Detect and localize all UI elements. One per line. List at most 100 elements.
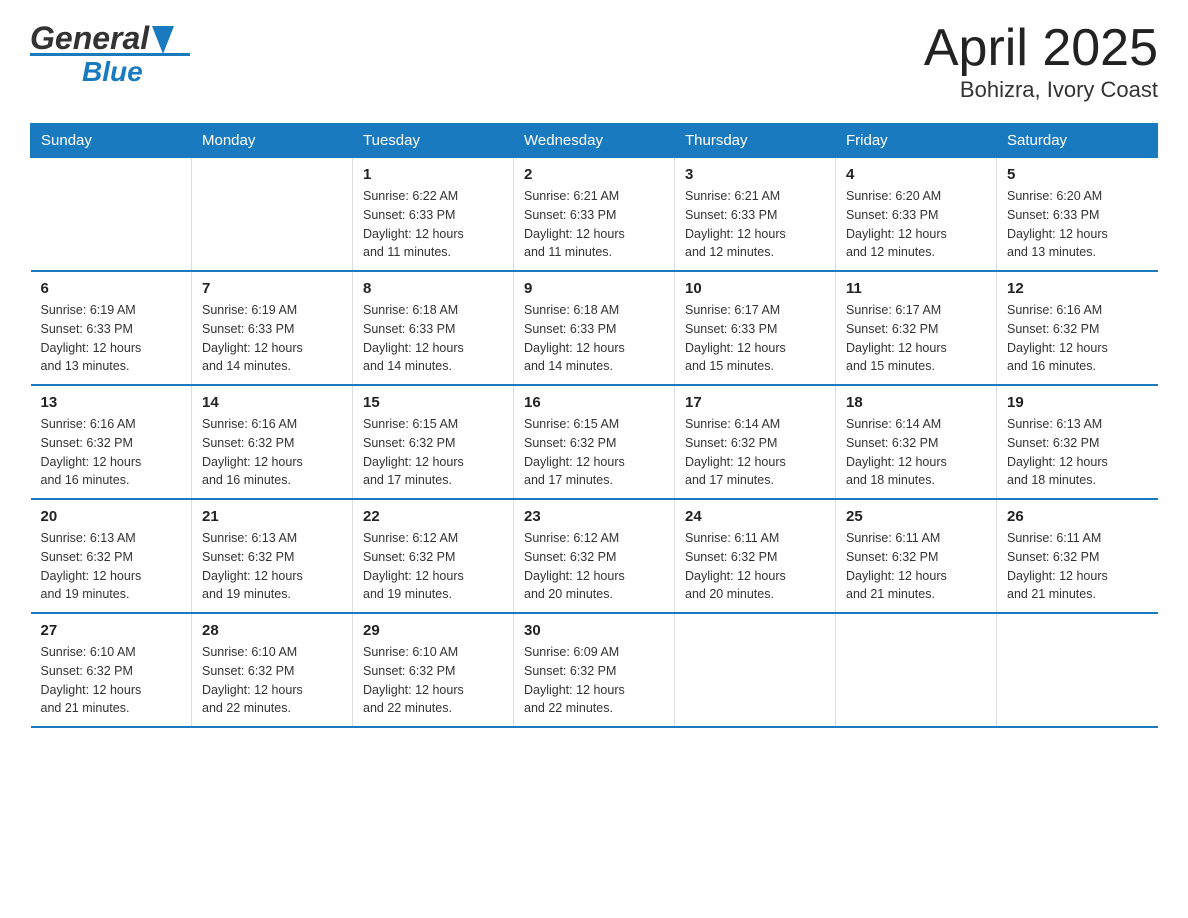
day-info: Sunrise: 6:09 AMSunset: 6:32 PMDaylight:…	[524, 643, 664, 718]
calendar-cell: 6 Sunrise: 6:19 AMSunset: 6:33 PMDaylight…	[31, 271, 192, 385]
day-number: 13	[41, 394, 182, 411]
day-number: 28	[202, 622, 342, 639]
calendar-week-2: 6 Sunrise: 6:19 AMSunset: 6:33 PMDaylight…	[31, 271, 1158, 385]
calendar-cell: 19 Sunrise: 6:13 AMSunset: 6:32 PMDayligh…	[997, 385, 1158, 499]
header-friday: Friday	[836, 124, 997, 158]
calendar-cell: 11 Sunrise: 6:17 AMSunset: 6:32 PMDayligh…	[836, 271, 997, 385]
calendar-cell: 16Sunrise: 6:15 AMSunset: 6:32 PMDayligh…	[514, 385, 675, 499]
day-number: 14	[202, 394, 342, 411]
calendar-title: April 2025	[924, 20, 1158, 77]
logo-blue: Blue	[82, 56, 143, 87]
day-info: Sunrise: 6:21 AMSunset: 6:33 PMDaylight:…	[524, 187, 664, 262]
calendar-cell: 1 Sunrise: 6:22 AMSunset: 6:33 PMDaylight…	[353, 158, 514, 272]
day-number: 29	[363, 622, 503, 639]
day-info: Sunrise: 6:10 AMSunset: 6:32 PMDaylight:…	[41, 643, 182, 718]
calendar-table: Sunday Monday Tuesday Wednesday Thursday…	[30, 123, 1158, 728]
day-info: Sunrise: 6:20 AMSunset: 6:33 PMDaylight:…	[846, 187, 986, 262]
day-number: 23	[524, 508, 664, 525]
day-number: 1	[363, 166, 503, 183]
calendar-cell: 29 Sunrise: 6:10 AMSunset: 6:32 PMDayligh…	[353, 613, 514, 727]
calendar-cell: 7Sunrise: 6:19 AMSunset: 6:33 PMDaylight…	[192, 271, 353, 385]
day-info: Sunrise: 6:20 AMSunset: 6:33 PMDaylight:…	[1007, 187, 1148, 262]
day-info: Sunrise: 6:15 AMSunset: 6:32 PMDaylight:…	[524, 415, 664, 490]
calendar-cell: 30 Sunrise: 6:09 AMSunset: 6:32 PMDayligh…	[514, 613, 675, 727]
day-number: 10	[685, 280, 825, 297]
day-number: 5	[1007, 166, 1148, 183]
day-number: 11	[846, 280, 986, 297]
day-info: Sunrise: 6:18 AMSunset: 6:33 PMDaylight:…	[363, 301, 503, 376]
day-info: Sunrise: 6:18 AMSunset: 6:33 PMDaylight:…	[524, 301, 664, 376]
day-info: Sunrise: 6:15 AMSunset: 6:32 PMDaylight:…	[363, 415, 503, 490]
day-info: Sunrise: 6:17 AMSunset: 6:32 PMDaylight:…	[846, 301, 986, 376]
day-number: 26	[1007, 508, 1148, 525]
day-info: Sunrise: 6:11 AMSunset: 6:32 PMDaylight:…	[685, 529, 825, 604]
title-area: April 2025 Bohizra, Ivory Coast	[924, 20, 1158, 103]
day-number: 21	[202, 508, 342, 525]
day-info: Sunrise: 6:12 AMSunset: 6:32 PMDaylight:…	[524, 529, 664, 604]
calendar-week-1: 1 Sunrise: 6:22 AMSunset: 6:33 PMDaylight…	[31, 158, 1158, 272]
calendar-cell: 20Sunrise: 6:13 AMSunset: 6:32 PMDayligh…	[31, 499, 192, 613]
day-number: 3	[685, 166, 825, 183]
day-info: Sunrise: 6:21 AMSunset: 6:33 PMDaylight:…	[685, 187, 825, 262]
day-info: Sunrise: 6:10 AMSunset: 6:32 PMDaylight:…	[202, 643, 342, 718]
day-info: Sunrise: 6:19 AMSunset: 6:33 PMDaylight:…	[41, 301, 182, 376]
logo-general: General	[30, 20, 149, 57]
calendar-cell: 13 Sunrise: 6:16 AMSunset: 6:32 PMDayligh…	[31, 385, 192, 499]
calendar-cell: 14 Sunrise: 6:16 AMSunset: 6:32 PMDayligh…	[192, 385, 353, 499]
day-info: Sunrise: 6:12 AMSunset: 6:32 PMDaylight:…	[363, 529, 503, 604]
calendar-week-4: 20 Sunrise: 6:13 AMSunset: 6:32 PMDayligh…	[31, 499, 1158, 613]
day-number: 7	[202, 280, 342, 297]
calendar-cell: 25Sunrise: 6:11 AMSunset: 6:32 PMDayligh…	[836, 499, 997, 613]
day-number: 6	[41, 280, 182, 297]
calendar-cell: 5 Sunrise: 6:20 AMSunset: 6:33 PMDaylight…	[997, 158, 1158, 272]
calendar-cell: 2 Sunrise: 6:21 AMSunset: 6:33 PMDaylight…	[514, 158, 675, 272]
day-number: 27	[41, 622, 182, 639]
header-thursday: Thursday	[675, 124, 836, 158]
day-number: 12	[1007, 280, 1148, 297]
day-number: 22	[363, 508, 503, 525]
calendar-cell: 4 Sunrise: 6:20 AMSunset: 6:33 PMDaylight…	[836, 158, 997, 272]
calendar-cell: 23 Sunrise: 6:12 AMSunset: 6:32 PMDayligh…	[514, 499, 675, 613]
calendar-week-3: 13 Sunrise: 6:16 AMSunset: 6:32 PMDayligh…	[31, 385, 1158, 499]
calendar-cell: 3 Sunrise: 6:21 AMSunset: 6:33 PMDaylight…	[675, 158, 836, 272]
calendar-cell: 18Sunrise: 6:14 AMSunset: 6:32 PMDayligh…	[836, 385, 997, 499]
calendar-cell	[192, 158, 353, 272]
day-info: Sunrise: 6:11 AMSunset: 6:32 PMDaylight:…	[1007, 529, 1148, 604]
header-sunday: Sunday	[31, 124, 192, 158]
day-info: Sunrise: 6:17 AMSunset: 6:33 PMDaylight:…	[685, 301, 825, 376]
calendar-cell	[836, 613, 997, 727]
header-tuesday: Tuesday	[353, 124, 514, 158]
calendar-cell	[675, 613, 836, 727]
header-monday: Monday	[192, 124, 353, 158]
calendar-cell: 15 Sunrise: 6:15 AMSunset: 6:32 PMDayligh…	[353, 385, 514, 499]
day-info: Sunrise: 6:10 AMSunset: 6:32 PMDaylight:…	[363, 643, 503, 718]
calendar-cell: 12 Sunrise: 6:16 AMSunset: 6:32 PMDayligh…	[997, 271, 1158, 385]
day-number: 8	[363, 280, 503, 297]
calendar-cell: 27 Sunrise: 6:10 AMSunset: 6:32 PMDayligh…	[31, 613, 192, 727]
day-number: 20	[41, 508, 182, 525]
calendar-cell	[997, 613, 1158, 727]
day-info: Sunrise: 6:14 AMSunset: 6:32 PMDaylight:…	[685, 415, 825, 490]
day-number: 15	[363, 394, 503, 411]
logo: General Blue	[30, 20, 190, 88]
calendar-cell: 24 Sunrise: 6:11 AMSunset: 6:32 PMDayligh…	[675, 499, 836, 613]
day-info: Sunrise: 6:13 AMSunset: 6:32 PMDaylight:…	[1007, 415, 1148, 490]
header-saturday: Saturday	[997, 124, 1158, 158]
day-info: Sunrise: 6:16 AMSunset: 6:32 PMDaylight:…	[202, 415, 342, 490]
day-info: Sunrise: 6:13 AMSunset: 6:32 PMDaylight:…	[202, 529, 342, 604]
page-header: General Blue April 2025 Bohizra, Ivory C…	[30, 20, 1158, 103]
calendar-cell: 8 Sunrise: 6:18 AMSunset: 6:33 PMDaylight…	[353, 271, 514, 385]
day-number: 4	[846, 166, 986, 183]
calendar-cell: 21 Sunrise: 6:13 AMSunset: 6:32 PMDayligh…	[192, 499, 353, 613]
day-number: 2	[524, 166, 664, 183]
day-number: 9	[524, 280, 664, 297]
day-number: 24	[685, 508, 825, 525]
calendar-cell: 26 Sunrise: 6:11 AMSunset: 6:32 PMDayligh…	[997, 499, 1158, 613]
header-row: Sunday Monday Tuesday Wednesday Thursday…	[31, 124, 1158, 158]
day-info: Sunrise: 6:22 AMSunset: 6:33 PMDaylight:…	[363, 187, 503, 262]
day-number: 19	[1007, 394, 1148, 411]
day-info: Sunrise: 6:16 AMSunset: 6:32 PMDaylight:…	[1007, 301, 1148, 376]
day-info: Sunrise: 6:16 AMSunset: 6:32 PMDaylight:…	[41, 415, 182, 490]
logo-icon	[152, 26, 174, 54]
day-number: 30	[524, 622, 664, 639]
